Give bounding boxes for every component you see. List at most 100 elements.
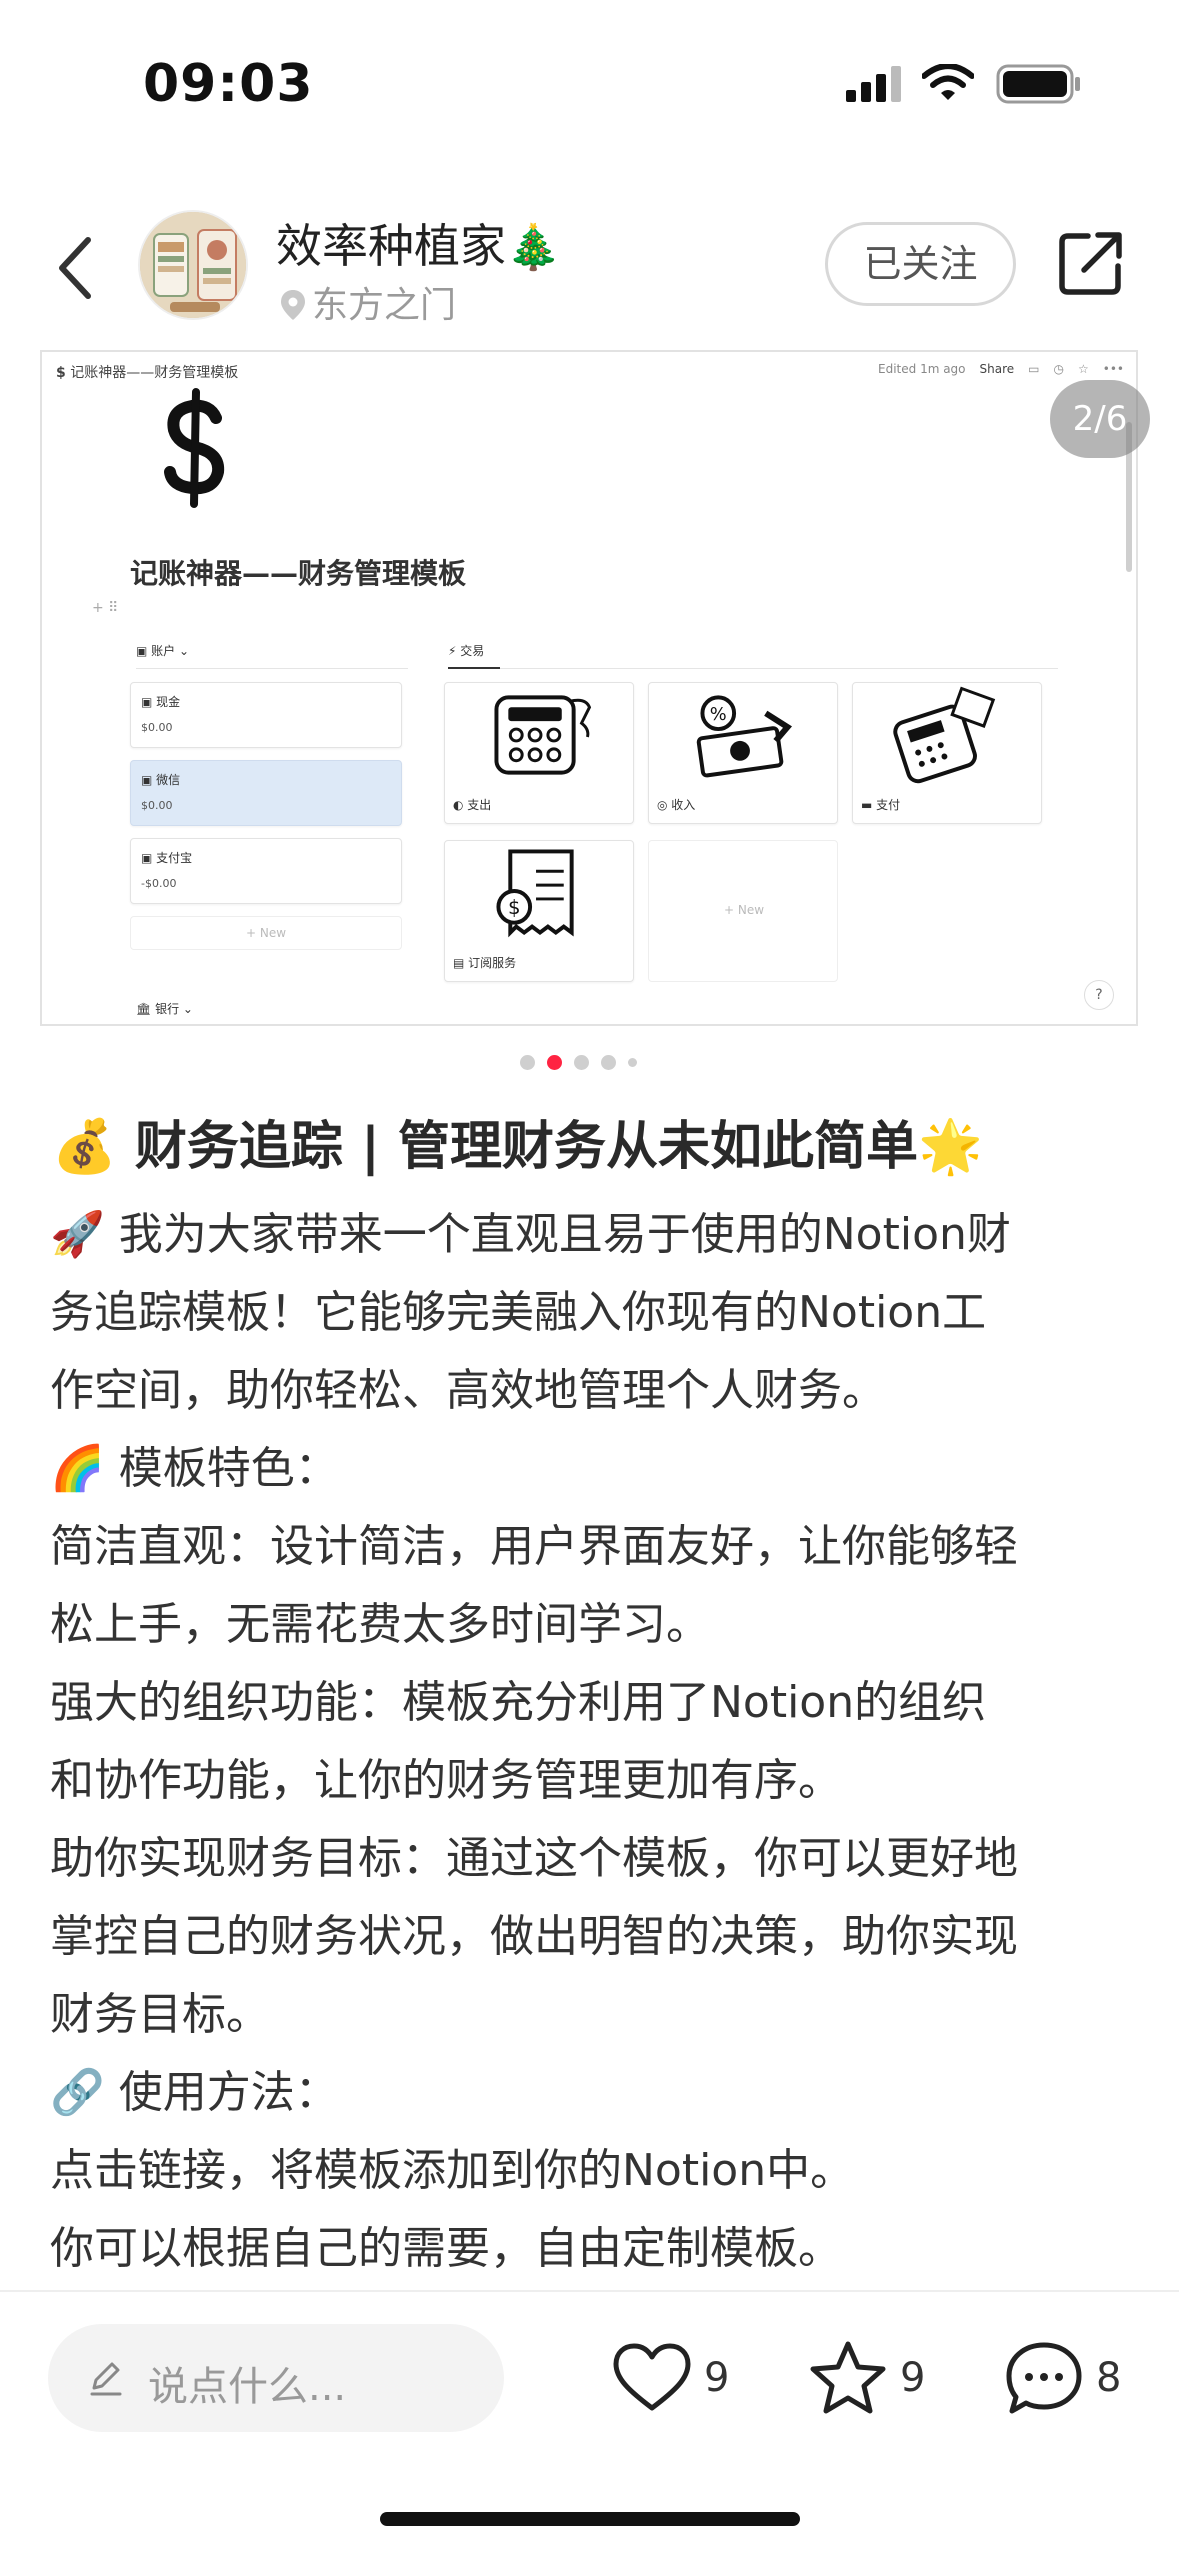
carousel-dot-active[interactable] xyxy=(547,1054,562,1070)
help-button[interactable]: ? xyxy=(1084,980,1114,1010)
post-line: 松上手，无需花费太多时间学习。 xyxy=(50,1599,710,1650)
post-title: 💰 财务追踪 | 管理财务从未如此简单🌟 xyxy=(52,1117,983,1177)
gallery-card-income[interactable]: % ◎ 收入 xyxy=(648,682,838,824)
author-avatar[interactable] xyxy=(138,210,248,320)
accounts-header: ▣ 账户 ⌄ xyxy=(136,644,190,658)
post-line: 🚀 我为大家带来一个直观且易于使用的Notion财 xyxy=(50,1209,1011,1260)
author-name-text: 效率种植家 xyxy=(276,219,506,273)
home-indicator xyxy=(380,2512,800,2526)
notion-topbar-actions: Edited 1m ago Share ▭ ◷ ☆ ••• xyxy=(878,362,1124,376)
svg-text:%: % xyxy=(710,704,727,725)
comment-button[interactable]: 8 xyxy=(1004,2332,1121,2424)
account-amount: -$0.00 xyxy=(141,877,177,890)
gallery-card-payment[interactable]: ▬ 支付 xyxy=(852,682,1042,824)
account-card[interactable]: ▣ 现金 $0.00 xyxy=(130,682,402,748)
gallery-caption: ◎ 收入 xyxy=(657,798,696,812)
comment-input[interactable]: 说点什么... xyxy=(48,2324,504,2432)
post-line: 务追踪模板！它能够完美融入你现有的Notion工 xyxy=(50,1287,987,1338)
account-amount: $0.00 xyxy=(141,721,173,734)
post-line: 作空间，助你轻松、高效地管理个人财务。 xyxy=(50,1365,886,1416)
bank-icon: 🏛 xyxy=(136,1002,156,1016)
post-line: 和协作功能，让你的财务管理更加有序。 xyxy=(50,1755,842,1806)
gallery-caption: ▬ 支付 xyxy=(861,798,901,812)
account-label: ▣ 现金 xyxy=(141,695,181,709)
battery-icon xyxy=(996,64,1080,104)
transactions-header: ⚡ 交易 xyxy=(448,642,484,659)
calculator-illustration xyxy=(494,695,592,775)
image-carousel[interactable]: $ 记账神器——财务管理模板 Edited 1m ago Share ▭ ◷ ☆… xyxy=(40,350,1138,1026)
comment-bubble-icon xyxy=(1006,2342,1082,2414)
lightning-icon: ⚡ xyxy=(448,644,461,658)
bank-header-text: 银行 xyxy=(155,1002,180,1016)
carousel-dot[interactable] xyxy=(520,1054,535,1070)
more-icon: ••• xyxy=(1102,362,1124,376)
like-button[interactable]: 9 xyxy=(612,2332,729,2424)
receipt-illustration: $ xyxy=(496,849,574,938)
clock-icon: ◷ xyxy=(1053,362,1064,376)
share-icon[interactable] xyxy=(1058,230,1124,296)
comment-icon: ▭ xyxy=(1028,362,1040,376)
post-line: 🌈 模板特色： xyxy=(50,1443,339,1494)
post-line: 助你实现财务目标：通过这个模板，你可以更好地 xyxy=(50,1833,1018,1884)
post-body: 🚀 我为大家带来一个直观且易于使用的Notion财 务追踪模板！它能够完美融入你… xyxy=(50,1196,1140,2288)
comment-count: 8 xyxy=(1096,2355,1122,2401)
breadcrumb-text: 记账神器——财务管理模板 xyxy=(70,365,239,381)
account-card[interactable]: ▣ 支付宝 -$0.00 xyxy=(130,838,402,904)
accounts-header-text: 账户 xyxy=(151,644,176,658)
heart-icon xyxy=(613,2343,691,2411)
bank-header: 🏛 银行 ⌄ xyxy=(136,1002,193,1016)
carousel-dots xyxy=(520,1053,637,1071)
image-counter: 2/6 xyxy=(1050,380,1150,458)
post-line: 点击链接，将模板添加到你的Notion中。 xyxy=(50,2145,855,2196)
new-account-button[interactable]: + New xyxy=(130,916,402,950)
notion-page-title: 记账神器——财务管理模板 xyxy=(130,557,467,590)
accounts-divider xyxy=(136,668,408,669)
card-terminal-illustration xyxy=(893,686,996,784)
gallery-caption: ▤ 订阅服务 xyxy=(453,956,517,970)
cellular-signal-icon xyxy=(846,66,901,102)
new-label: + New xyxy=(723,903,765,917)
carousel-dot[interactable] xyxy=(574,1054,589,1070)
tree-emoji: 🎄 xyxy=(506,222,561,273)
dollar-icon: $ xyxy=(56,365,66,381)
new-transaction-button[interactable]: + New xyxy=(648,840,838,982)
transactions-divider xyxy=(448,668,1058,669)
favorite-icon: ☆ xyxy=(1078,362,1089,376)
comment-placeholder: 说点什么... xyxy=(148,2364,347,2410)
account-amount: $0.00 xyxy=(141,799,173,812)
svg-text:$: $ xyxy=(508,896,521,919)
notion-share-text: Share xyxy=(979,362,1015,376)
wallet-icon: ▣ xyxy=(136,644,152,658)
gallery-card-subscriptions[interactable]: $ ▤ 订阅服务 xyxy=(444,840,634,982)
location-pin-icon xyxy=(281,290,305,320)
post-line: 掌控自己的财务状况，做出明智的决策，助你实现 xyxy=(50,1911,1018,1962)
account-label: ▣ 支付宝 xyxy=(141,851,193,865)
notion-breadcrumb: $ 记账神器——财务管理模板 xyxy=(56,362,238,382)
author-name[interactable]: 效率种植家🎄 xyxy=(276,210,561,276)
status-bar: 09:03 xyxy=(0,0,1179,160)
post-line: 🔗 使用方法： xyxy=(50,2067,339,2118)
post-line: 强大的组织功能：模板充分利用了Notion的组织 xyxy=(50,1677,987,1728)
transactions-header-text: 交易 xyxy=(460,644,485,658)
post-line: 你可以根据自己的需要，自由定制模板。 xyxy=(50,2223,842,2274)
follow-button[interactable]: 已关注 xyxy=(825,222,1016,306)
dollar-page-icon xyxy=(164,388,225,508)
active-tab-underline xyxy=(448,667,500,669)
star-icon xyxy=(810,2341,886,2414)
collect-count: 9 xyxy=(900,2355,926,2401)
location[interactable]: 东方之门 xyxy=(280,276,456,328)
edited-text: Edited 1m ago xyxy=(878,362,966,376)
gallery-caption: ◐ 支出 xyxy=(453,798,492,812)
pencil-icon xyxy=(90,2362,122,2396)
collect-button[interactable]: 9 xyxy=(808,2332,925,2424)
gallery-card-expense[interactable]: ◐ 支出 xyxy=(444,682,634,824)
block-handle-icon: + ⠿ xyxy=(92,600,119,616)
carousel-dot[interactable] xyxy=(601,1054,616,1070)
back-button[interactable] xyxy=(48,228,104,308)
wifi-icon xyxy=(922,64,974,100)
account-label: ▣ 微信 xyxy=(141,773,181,787)
status-time: 09:03 xyxy=(143,54,314,114)
post-line: 财务目标。 xyxy=(50,1989,270,2040)
carousel-dot[interactable] xyxy=(628,1057,637,1067)
account-card-selected[interactable]: ▣ 微信 $0.00 xyxy=(130,760,402,826)
